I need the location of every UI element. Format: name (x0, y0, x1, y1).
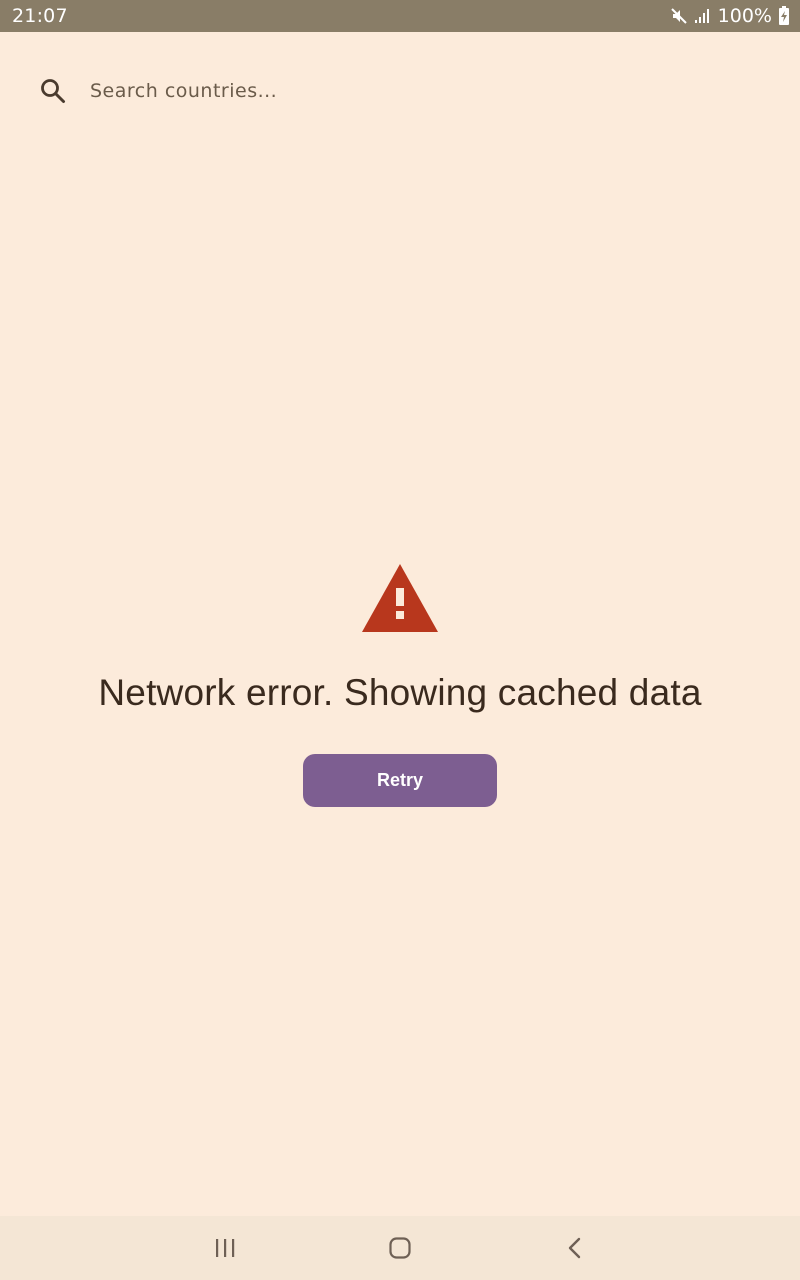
error-message: Network error. Showing cached data (98, 672, 702, 713)
retry-button[interactable]: Retry (303, 754, 497, 807)
search-bar (0, 58, 800, 122)
home-icon[interactable] (375, 1230, 425, 1266)
status-bar: 21:07 100% (0, 0, 800, 32)
back-icon[interactable] (550, 1230, 600, 1266)
search-input[interactable] (90, 74, 770, 108)
recent-apps-icon[interactable] (200, 1230, 250, 1266)
system-nav-bar (0, 1216, 800, 1280)
mute-icon (670, 7, 688, 25)
battery-charging-icon (778, 6, 790, 26)
search-icon[interactable] (38, 76, 68, 106)
signal-icon (694, 7, 712, 25)
battery-percent: 100% (717, 5, 772, 27)
warning-icon (360, 560, 440, 638)
status-time: 21:07 (12, 5, 68, 27)
status-icons: 100% (670, 5, 790, 27)
error-state: Network error. Showing cached data Retry (0, 560, 800, 807)
